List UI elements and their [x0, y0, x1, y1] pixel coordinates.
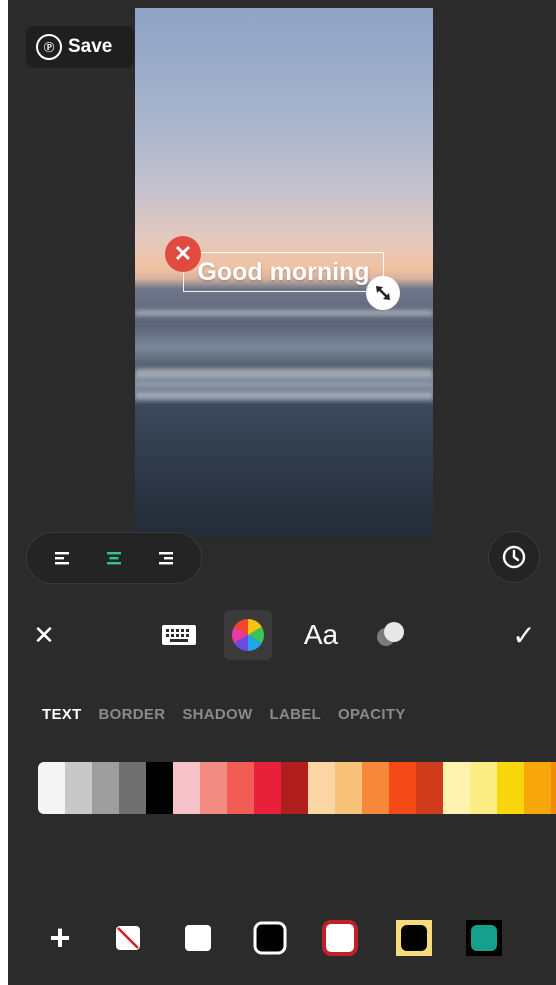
style-white-fill-button[interactable] — [180, 920, 216, 956]
style-black-yellow-border-button[interactable] — [394, 918, 434, 958]
resize-handle[interactable] — [366, 276, 400, 310]
color-swatch[interactable] — [227, 762, 254, 814]
color-swatch[interactable] — [38, 762, 65, 814]
font-button[interactable]: Aa — [298, 610, 344, 660]
resize-arrows-icon — [376, 286, 390, 300]
eraser-button[interactable] — [370, 610, 410, 660]
text-alignment-group — [26, 532, 202, 584]
color-tool-button[interactable] — [224, 610, 272, 660]
editor-screen: ℗ Save Good morning ✕ ✕ Aa ✓ TEXT BORDER… — [8, 0, 556, 985]
teal-black-border-style-icon — [466, 920, 502, 956]
align-right-button[interactable] — [151, 544, 179, 572]
black-yellow-border-style-icon — [396, 920, 432, 956]
plus-icon: + — [49, 917, 71, 958]
style-teal-black-border-button[interactable] — [464, 918, 504, 958]
align-right-icon — [159, 552, 174, 565]
color-swatch[interactable] — [335, 762, 362, 814]
align-left-button[interactable] — [49, 544, 77, 572]
tab-border[interactable]: BORDER — [99, 706, 166, 723]
overlay-text: Good morning — [197, 257, 370, 286]
color-swatch[interactable] — [470, 762, 497, 814]
wave-decor — [135, 392, 433, 400]
color-swatch[interactable] — [389, 762, 416, 814]
close-icon: ✕ — [173, 241, 193, 266]
clock-icon — [502, 545, 526, 569]
color-wheel-icon — [231, 619, 265, 651]
color-swatch[interactable] — [524, 762, 551, 814]
duration-button[interactable] — [488, 531, 540, 583]
align-center-icon — [106, 552, 121, 565]
close-button[interactable]: ✕ — [26, 610, 62, 660]
color-swatch[interactable] — [362, 762, 389, 814]
add-style-button[interactable]: + — [42, 917, 78, 958]
style-none-button[interactable] — [110, 920, 146, 956]
checkmark-icon: ✓ — [512, 619, 536, 651]
pinterest-icon: ℗ — [36, 34, 62, 60]
style-tabs: TEXT BORDER SHADOW LABEL OPACITY — [42, 706, 406, 723]
color-swatch[interactable] — [254, 762, 281, 814]
wave-decor — [135, 368, 433, 378]
color-swatch[interactable] — [65, 762, 92, 814]
color-swatch[interactable] — [92, 762, 119, 814]
eraser-icon — [377, 622, 404, 646]
align-center-button[interactable] — [100, 544, 128, 572]
black-white-border-style-icon — [253, 921, 287, 955]
tab-shadow[interactable]: SHADOW — [182, 706, 252, 723]
color-swatch[interactable] — [173, 762, 200, 814]
wave-decor — [135, 310, 433, 316]
color-swatch[interactable] — [200, 762, 227, 814]
style-presets: + — [8, 910, 556, 966]
color-swatch[interactable] — [119, 762, 146, 814]
save-button[interactable]: ℗ Save — [26, 26, 134, 68]
style-white-red-border-button[interactable] — [322, 920, 358, 956]
color-swatch[interactable] — [281, 762, 308, 814]
keyboard-button[interactable] — [156, 610, 202, 660]
text-overlay[interactable]: Good morning — [183, 252, 384, 292]
color-palette — [38, 762, 556, 814]
color-swatch[interactable] — [443, 762, 470, 814]
color-swatch[interactable] — [497, 762, 524, 814]
confirm-button[interactable]: ✓ — [506, 610, 542, 660]
align-left-icon — [54, 552, 69, 565]
white-fill-style-icon — [185, 925, 211, 951]
close-icon: ✕ — [33, 619, 55, 650]
font-icon: Aa — [303, 619, 339, 650]
color-swatch[interactable] — [416, 762, 443, 814]
color-swatch[interactable] — [308, 762, 335, 814]
edit-toolbar: ✕ Aa ✓ — [8, 600, 556, 670]
style-black-white-border-button[interactable] — [252, 920, 288, 956]
white-red-border-style-icon — [322, 920, 358, 956]
none-style-icon — [116, 926, 140, 950]
keyboard-icon — [162, 625, 196, 645]
tab-text[interactable]: TEXT — [42, 706, 82, 723]
tab-label[interactable]: LABEL — [270, 706, 322, 723]
color-swatch[interactable] — [146, 762, 173, 814]
save-label: Save — [68, 36, 113, 57]
delete-text-button[interactable]: ✕ — [165, 236, 201, 272]
tab-opacity[interactable]: OPACITY — [338, 706, 406, 723]
color-swatch[interactable] — [551, 762, 556, 814]
